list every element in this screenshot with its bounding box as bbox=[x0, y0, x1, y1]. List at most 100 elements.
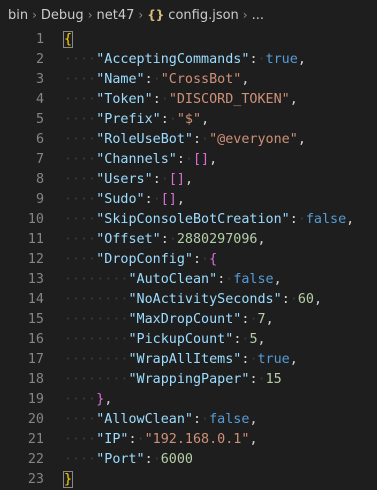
json-value: false bbox=[305, 212, 347, 227]
json-colon: : bbox=[144, 192, 153, 207]
code-line[interactable]: 18 ········"WrappingPaper":·15 bbox=[0, 370, 377, 390]
json-value: "CrossBot" bbox=[160, 72, 242, 87]
breadcrumb-item-file[interactable]: config.json bbox=[168, 8, 239, 23]
code-line[interactable]: 19 ····}, bbox=[0, 390, 377, 410]
chevron-right-icon: › bbox=[242, 8, 248, 22]
code-line[interactable]: 1{ bbox=[0, 30, 377, 50]
code-line[interactable]: 15 ········"MaxDropCount":·7, bbox=[0, 310, 377, 330]
json-open-brace: { bbox=[62, 31, 74, 48]
code-line[interactable]: 17 ········"WrapAllItems":·true, bbox=[0, 350, 377, 370]
whitespace-marker: · bbox=[136, 432, 145, 447]
code-line[interactable]: 3 ····"Name":·"CrossBot", bbox=[0, 70, 377, 90]
whitespace-marker: ···· bbox=[64, 232, 97, 247]
json-value: 7 bbox=[257, 312, 266, 327]
line-number: 21 bbox=[27, 432, 44, 447]
json-key: "RoleUseBot" bbox=[96, 132, 193, 147]
code-line[interactable]: 8 ····"Users":·[], bbox=[0, 170, 377, 190]
line-number: 3 bbox=[35, 72, 44, 87]
json-colon: : bbox=[193, 132, 202, 147]
json-comma: , bbox=[273, 272, 282, 287]
code-line[interactable]: 7 ····"Channels":·[], bbox=[0, 150, 377, 170]
breadcrumb-item-net47[interactable]: net47 bbox=[97, 8, 135, 23]
json-key: "Token" bbox=[96, 92, 153, 107]
json-value: [] bbox=[193, 152, 210, 167]
code-content: ····"AcceptingCommands":·true, bbox=[64, 50, 306, 70]
code-line[interactable]: 10 ····"SkipConsoleBotCreation":·false, bbox=[0, 210, 377, 230]
code-line[interactable]: 5 ····"Prefix":·"$", bbox=[0, 110, 377, 130]
code-line[interactable]: 13 ········"AutoClean":·false, bbox=[0, 270, 377, 290]
whitespace-marker: · bbox=[201, 132, 210, 147]
whitespace-marker: · bbox=[168, 232, 177, 247]
json-comma: , bbox=[257, 232, 266, 247]
whitespace-marker: · bbox=[249, 312, 258, 327]
json-colon: : bbox=[176, 152, 185, 167]
whitespace-marker: · bbox=[249, 352, 258, 367]
json-comma: , bbox=[346, 212, 355, 227]
json-key: "Prefix" bbox=[96, 112, 161, 127]
code-line[interactable]: 21 ····"IP":·"192.168.0.1", bbox=[0, 430, 377, 450]
json-comma: , bbox=[241, 72, 250, 87]
code-line[interactable]: 9 ····"Sudo":·[], bbox=[0, 190, 377, 210]
json-key: "IP" bbox=[96, 432, 129, 447]
whitespace-marker: ···· bbox=[64, 392, 97, 407]
code-line[interactable]: 20 ····"AllowClean":·false, bbox=[0, 410, 377, 430]
chevron-right-icon: › bbox=[138, 8, 144, 22]
json-value: "@everyone" bbox=[209, 132, 298, 147]
code-editor[interactable]: 1{2 ····"AcceptingCommands":·true, 3 ····"N… bbox=[0, 30, 377, 490]
breadcrumb: bin › Debug › net47 › {} config.json › .… bbox=[0, 0, 377, 30]
line-number: 18 bbox=[27, 372, 44, 387]
whitespace-marker: · bbox=[289, 292, 298, 307]
json-comma: , bbox=[104, 392, 113, 407]
json-colon: : bbox=[144, 452, 153, 467]
json-key: "PickupCount" bbox=[128, 332, 234, 347]
json-close-brace: } bbox=[62, 471, 74, 488]
line-number: 2 bbox=[35, 52, 44, 67]
whitespace-marker: ········ bbox=[64, 292, 129, 307]
code-content: ····"Channels":·[], bbox=[64, 150, 217, 170]
json-value: false bbox=[209, 412, 250, 427]
code-line[interactable]: 23} bbox=[0, 470, 377, 490]
json-value: "192.168.0.1" bbox=[144, 432, 250, 447]
json-comma: , bbox=[297, 52, 306, 67]
whitespace-marker: ···· bbox=[64, 152, 97, 167]
json-file-icon: {} bbox=[147, 8, 165, 22]
json-value: 2880297096 bbox=[176, 232, 258, 247]
json-value: false bbox=[233, 272, 274, 287]
code-line[interactable]: 16 ········"PickupCount":·5, bbox=[0, 330, 377, 350]
json-key: "Users" bbox=[96, 172, 153, 187]
line-number: 13 bbox=[27, 272, 44, 287]
line-number: 6 bbox=[35, 132, 44, 147]
json-colon: : bbox=[281, 292, 290, 307]
line-number: 16 bbox=[27, 332, 44, 347]
whitespace-marker: ···· bbox=[64, 172, 97, 187]
whitespace-marker: · bbox=[152, 72, 161, 87]
code-line[interactable]: 4 ····"Token":·"DISCORD_TOKEN", bbox=[0, 90, 377, 110]
line-number: 14 bbox=[27, 292, 44, 307]
code-line[interactable]: 22 ····"Port":·6000 bbox=[0, 450, 377, 470]
code-line[interactable]: 14 ········"NoActivitySeconds":·60, bbox=[0, 290, 377, 310]
json-key: "Channels" bbox=[96, 152, 177, 167]
code-content: ····"Token":·"DISCORD_TOKEN", bbox=[64, 90, 298, 110]
code-line[interactable]: 11 ····"Offset":·2880297096, bbox=[0, 230, 377, 250]
json-value: "DISCORD_TOKEN" bbox=[168, 92, 290, 107]
code-line[interactable]: 6 ····"RoleUseBot":·"@everyone", bbox=[0, 130, 377, 150]
json-colon: : bbox=[160, 112, 169, 127]
code-line[interactable]: 12 ····"DropConfig":·{ bbox=[0, 250, 377, 270]
whitespace-marker: ········ bbox=[64, 312, 129, 327]
json-comma: , bbox=[289, 92, 298, 107]
code-content: ····"RoleUseBot":·"@everyone", bbox=[64, 130, 306, 150]
breadcrumb-item-more[interactable]: ... bbox=[252, 8, 264, 23]
code-content: ········"NoActivitySeconds":·60, bbox=[64, 290, 322, 310]
json-value: "$" bbox=[176, 112, 202, 127]
breadcrumb-item-bin[interactable]: bin bbox=[8, 8, 28, 23]
json-value: 6000 bbox=[160, 452, 193, 467]
breadcrumb-item-debug[interactable]: Debug bbox=[41, 8, 84, 23]
json-key: "WrapAllItems" bbox=[128, 352, 242, 367]
json-comma: , bbox=[209, 152, 218, 167]
whitespace-marker: · bbox=[184, 152, 193, 167]
whitespace-marker: ········ bbox=[64, 272, 129, 287]
json-comma: , bbox=[249, 432, 258, 447]
code-content: ········"AutoClean":·false, bbox=[64, 270, 282, 290]
code-line[interactable]: 2 ····"AcceptingCommands":·true, bbox=[0, 50, 377, 70]
json-comma: , bbox=[257, 332, 266, 347]
